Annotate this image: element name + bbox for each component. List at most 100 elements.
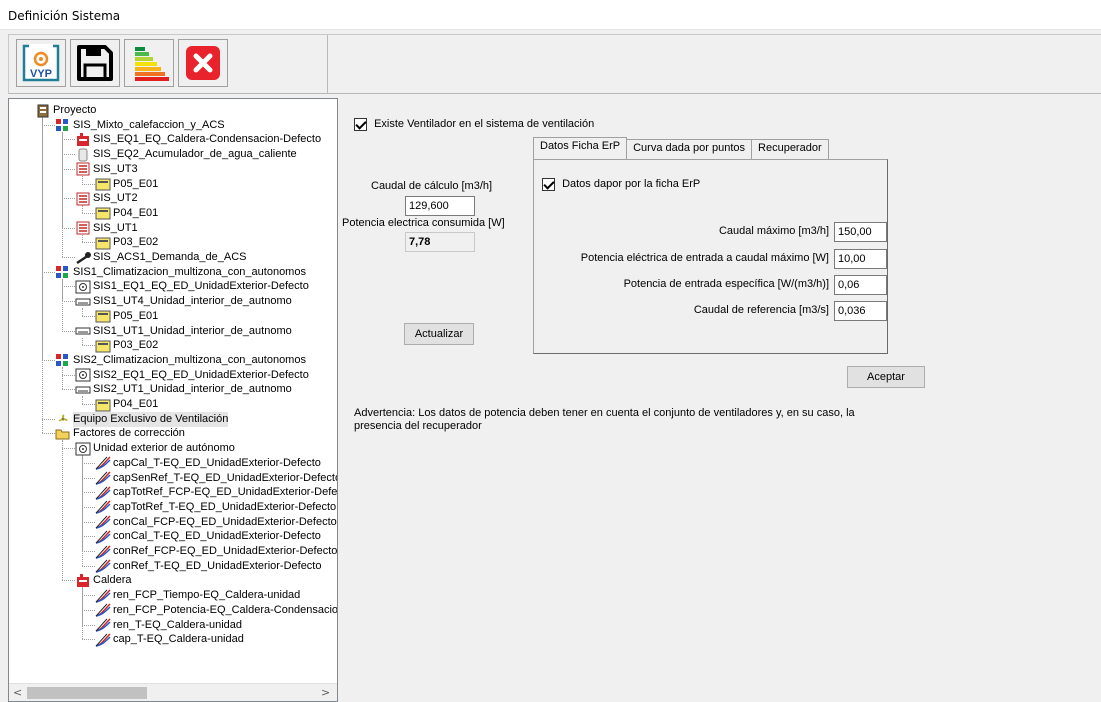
potencia-entrada-field[interactable]: 10,00 (834, 249, 887, 269)
tree-node-label: SIS2_UT1_Unidad_interior_de_autnomo (93, 383, 292, 396)
tree-connector (82, 477, 95, 479)
space-icon (95, 236, 111, 250)
tree-node[interactable]: SIS2_EQ1_EQ_ED_UnidadExterior-Defecto (75, 368, 309, 383)
tree-node[interactable]: capCal_T-EQ_ED_UnidadExterior-Defecto (95, 456, 321, 471)
tree-node[interactable]: SIS1_UT1_Unidad_interior_de_autnomo (75, 324, 292, 339)
tree-connector (82, 396, 83, 404)
caudal-referencia-field[interactable]: 0,036 (834, 301, 887, 321)
tree-node[interactable]: SIS2_Climatizacion_multizona_con_autonom… (55, 353, 306, 368)
tree-node-label: SIS_UT2 (93, 192, 138, 205)
actualizar-button[interactable]: Actualizar (404, 323, 474, 345)
vyp-logo-button[interactable]: VYP (16, 39, 66, 87)
tree-node[interactable]: Proyecto (35, 103, 96, 118)
tree-connector (82, 536, 95, 538)
tree-node[interactable]: P03_E02 (95, 338, 158, 353)
tree-connector (82, 183, 95, 185)
tree-connector (62, 366, 63, 390)
tree-connector (62, 198, 75, 200)
vyp-logo-icon: VYP (22, 44, 60, 82)
shower-icon (75, 251, 91, 265)
datos-erp-checkbox[interactable] (542, 178, 555, 191)
system-icon (55, 265, 71, 279)
tree-node[interactable]: SIS_UT3 (75, 162, 138, 177)
advertencia-text-line1: Advertencia: Los datos de potencia deben… (354, 407, 855, 419)
system-icon (55, 353, 71, 367)
tree-node-label: P05_E01 (113, 177, 159, 190)
aceptar-button[interactable]: Aceptar (847, 366, 925, 388)
tree-connector (62, 389, 75, 391)
tree-node[interactable]: SIS_UT1 (75, 221, 138, 236)
tab-recuperador[interactable]: Recuperador (751, 139, 829, 159)
tree-node[interactable]: capTotRef_FCP-EQ_ED_UnidadExterior-Defec (95, 485, 337, 500)
caudal-maximo-field[interactable]: 150,00 (834, 222, 887, 242)
curve-icon (95, 603, 111, 618)
tree-node-label: Equipo Exclusivo de Ventilación (73, 411, 229, 427)
tree-node[interactable]: ren_FCP_Potencia-EQ_Caldera-Condensacion (95, 603, 337, 618)
tree-node[interactable]: SIS_ACS1_Demanda_de_ACS (75, 250, 246, 265)
tree-node[interactable]: Equipo Exclusivo de Ventilación (55, 411, 229, 427)
outdoor-unit-icon (75, 368, 91, 382)
tree-node[interactable]: conRef_T-EQ_ED_UnidadExterior-Defecto (95, 559, 321, 574)
tree-node[interactable]: P03_E02 (95, 235, 158, 250)
datos-erp-checkbox-row[interactable]: Datos dapor por la ficha ErP (542, 178, 700, 191)
caudal-calculo-field[interactable]: 129,600 (405, 196, 475, 216)
tree-node[interactable]: SIS_EQ1_EQ_Caldera-Condensacion-Defecto (75, 132, 321, 147)
tree-node[interactable]: ren_FCP_Tiempo-EQ_Caldera-unidad (95, 588, 300, 603)
tree-content: Proyecto SIS_Mixto_calefaccion_y_ACS SIS_E… (9, 99, 337, 683)
tree-connector (82, 624, 95, 626)
tree-node[interactable]: SIS_UT2 (75, 191, 138, 206)
space-icon (95, 309, 111, 323)
tree-node[interactable]: SIS_EQ2_Acumulador_de_agua_caliente (75, 147, 297, 162)
tree-node[interactable]: P04_E01 (95, 397, 158, 412)
tree-node[interactable]: capTotRef_T-EQ_ED_UnidadExterior-Defecto (95, 500, 336, 515)
tree-node[interactable]: P05_E01 (95, 177, 158, 192)
tree-node[interactable]: SIS1_EQ1_EQ_ED_UnidadExterior-Defecto (75, 279, 309, 294)
tree-node[interactable]: capSenRef_T-EQ_ED_UnidadExterior-Defecto (95, 471, 337, 486)
tree-node-label: ren_T-EQ_Caldera-unidad (113, 618, 243, 631)
close-button[interactable] (178, 39, 228, 87)
tree-node[interactable]: SIS1_Climatizacion_multizona_con_autonom… (55, 265, 306, 280)
radiator-icon (75, 221, 91, 235)
scroll-right-icon[interactable]: > (321, 686, 330, 699)
tree-connector (62, 139, 75, 141)
save-button[interactable] (70, 39, 120, 87)
tree-node-label: Factores de corrección (73, 427, 185, 440)
horizontal-scrollbar[interactable]: < > (9, 683, 337, 701)
system-tree[interactable]: Proyecto SIS_Mixto_calefaccion_y_ACS SIS_E… (8, 98, 338, 702)
tree-node[interactable]: conCal_T-EQ_ED_UnidadExterior-Defecto (95, 529, 321, 544)
tree-node[interactable]: conCal_FCP-EQ_ED_UnidadExterior-Defecto (95, 515, 337, 530)
potencia-consumida-label: Potencia electrica consumida [W] (342, 217, 505, 229)
tree-node[interactable]: Unidad exterior de autónomo (75, 441, 235, 456)
fan-exists-checkbox[interactable] (354, 118, 367, 131)
scroll-thumb[interactable] (27, 687, 147, 699)
fan-exists-checkbox-row[interactable]: Existe Ventilador en el sistema de venti… (354, 118, 594, 131)
curve-icon (95, 559, 111, 573)
tree-connector (42, 418, 55, 420)
scroll-left-icon[interactable]: < (13, 686, 22, 699)
indoor-unit-icon (75, 383, 91, 397)
energy-rating-icon (135, 47, 169, 81)
space-icon (95, 339, 111, 353)
tree-node[interactable]: SIS_Mixto_calefaccion_y_ACS (55, 118, 225, 133)
tab-datos-ficha-erp[interactable]: Datos Ficha ErP (533, 137, 628, 159)
curve-icon (95, 471, 111, 485)
energy-rating-button[interactable] (124, 39, 174, 87)
tank-icon (75, 148, 91, 162)
tree-node[interactable]: conRef_FCP-EQ_ED_UnidadExterior-Defecto (95, 544, 337, 559)
tree-node[interactable]: cap_T-EQ_Caldera-unidad (95, 632, 244, 647)
tree-node[interactable]: ren_T-EQ_Caldera-unidad (95, 618, 242, 633)
system-icon (55, 118, 71, 132)
tree-node-label: capTotRef_T-EQ_ED_UnidadExterior-Defecto (113, 500, 337, 513)
tree-node[interactable]: SIS2_UT1_Unidad_interior_de_autnomo (75, 382, 292, 397)
tree-node[interactable]: SIS1_UT4_Unidad_interior_de_autnomo (75, 294, 292, 309)
tab-curva-puntos[interactable]: Curva dada por puntos (626, 139, 753, 159)
tree-node[interactable]: P05_E01 (95, 309, 158, 324)
tree-node[interactable]: Factores de corrección (55, 426, 185, 441)
tree-node-label: SIS_UT1 (93, 221, 138, 234)
potencia-especifica-field[interactable]: 0,06 (834, 275, 887, 295)
tree-connector (82, 609, 95, 611)
tree-node[interactable]: Caldera (75, 573, 132, 588)
tree-connector (62, 227, 75, 229)
tree-node[interactable]: P04_E01 (95, 206, 158, 221)
tree-connector (82, 551, 95, 552)
